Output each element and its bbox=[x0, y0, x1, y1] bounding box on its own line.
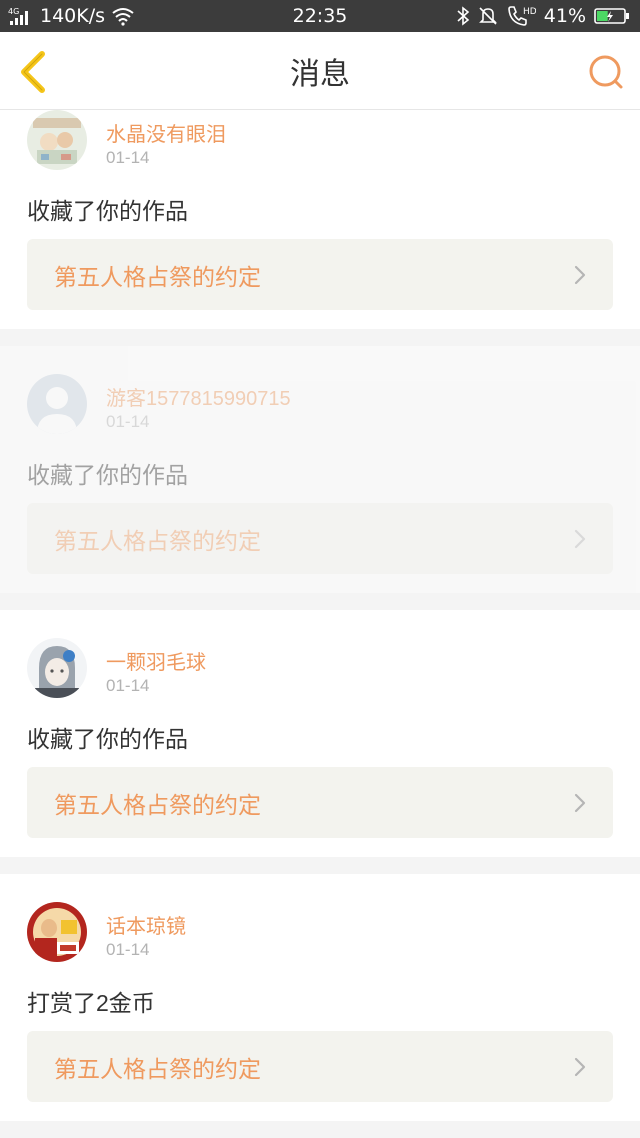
work-title: 第五人格占祭的约定 bbox=[54, 1055, 261, 1082]
avatar[interactable] bbox=[27, 110, 87, 170]
message-card: 水晶没有眼泪 01-14 收藏了你的作品 第五人格占祭的约定 bbox=[0, 110, 640, 329]
mute-bell-icon bbox=[478, 6, 498, 26]
chevron-right-icon bbox=[574, 265, 586, 285]
chevron-right-icon bbox=[574, 793, 586, 813]
username[interactable]: 一颗羽毛球 bbox=[106, 646, 206, 675]
avatar[interactable] bbox=[27, 902, 87, 962]
wifi-icon bbox=[111, 6, 135, 26]
message-card: 话本琼镜 01-14 打赏了2金币 第五人格占祭的约定 bbox=[0, 874, 640, 1121]
chevron-right-icon bbox=[574, 529, 586, 549]
battery-percent: 41% bbox=[543, 5, 586, 27]
work-link[interactable]: 第五人格占祭的约定 bbox=[27, 503, 613, 574]
action-text: 收藏了你的作品 bbox=[27, 462, 188, 488]
action-text: 收藏了你的作品 bbox=[27, 198, 188, 224]
hd-call-icon: HD bbox=[506, 5, 536, 27]
network-type-label: 4G bbox=[8, 7, 19, 16]
signal-icon: 4G bbox=[8, 6, 34, 26]
message-date: 01-14 bbox=[106, 148, 150, 167]
hd-label: HD bbox=[523, 7, 536, 17]
username[interactable]: 话本琼镜 bbox=[106, 910, 186, 939]
action-text: 打赏了2金币 bbox=[27, 990, 155, 1016]
message-date: 01-14 bbox=[106, 940, 150, 959]
search-icon bbox=[589, 55, 623, 89]
status-time: 22:35 bbox=[292, 5, 348, 27]
message-date: 01-14 bbox=[106, 676, 150, 695]
app-header: 消息 bbox=[0, 32, 640, 110]
work-link[interactable]: 第五人格占祭的约定 bbox=[27, 239, 613, 310]
message-date: 01-14 bbox=[106, 412, 150, 431]
default-avatar-icon bbox=[27, 374, 87, 434]
bluetooth-icon bbox=[456, 6, 470, 26]
work-title: 第五人格占祭的约定 bbox=[54, 527, 261, 554]
work-link[interactable]: 第五人格占祭的约定 bbox=[27, 1031, 613, 1102]
network-speed: 140K/s bbox=[40, 5, 106, 27]
chevron-right-icon bbox=[574, 1057, 586, 1077]
page-title: 消息 bbox=[290, 58, 350, 91]
search-button[interactable] bbox=[586, 52, 626, 92]
work-title: 第五人格占祭的约定 bbox=[54, 791, 261, 818]
message-card: 游客1577815990715 01-14 收藏了你的作品 第五人格占祭的约定 bbox=[0, 346, 640, 593]
username[interactable]: 游客1577815990715 bbox=[106, 382, 291, 411]
status-bar: 4G 140K/s 22:35 HD 41% bbox=[0, 0, 640, 32]
username[interactable]: 水晶没有眼泪 bbox=[106, 118, 226, 147]
work-title: 第五人格占祭的约定 bbox=[54, 263, 261, 290]
work-link[interactable]: 第五人格占祭的约定 bbox=[27, 767, 613, 838]
avatar[interactable] bbox=[27, 374, 87, 434]
message-card: 一颗羽毛球 01-14 收藏了你的作品 第五人格占祭的约定 bbox=[0, 610, 640, 857]
battery-icon bbox=[594, 6, 630, 26]
action-text: 收藏了你的作品 bbox=[27, 726, 188, 752]
avatar[interactable] bbox=[27, 638, 87, 698]
